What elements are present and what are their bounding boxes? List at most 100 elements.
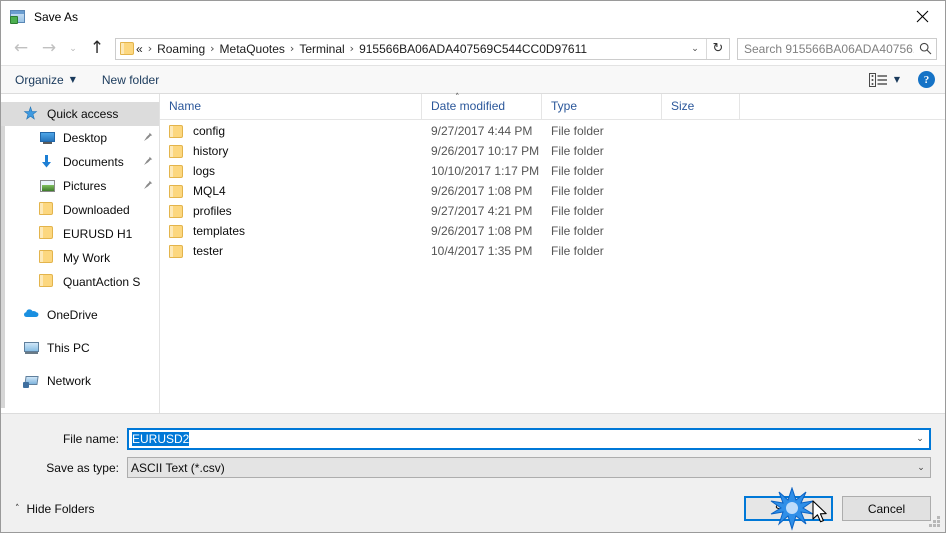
help-button[interactable]: ? bbox=[918, 71, 935, 88]
breadcrumb: « › Roaming › MetaQuotes › Terminal › 91… bbox=[116, 42, 684, 56]
table-row[interactable]: history 9/26/2017 10:17 PM File folder bbox=[160, 141, 945, 161]
folder-icon bbox=[169, 124, 185, 138]
sidebar-item-desktop[interactable]: Desktop bbox=[1, 126, 159, 150]
documents-icon bbox=[39, 154, 56, 170]
breadcrumb-item-guid[interactable]: 915566BA06ADA407569C544CC0D97611 bbox=[359, 42, 587, 56]
star-icon bbox=[23, 106, 40, 122]
folder-icon bbox=[169, 204, 185, 218]
breadcrumb-item-roaming[interactable]: Roaming bbox=[157, 42, 205, 56]
navigation-sidebar: Quick access Desktop Documents Pictures … bbox=[1, 94, 160, 413]
table-row[interactable]: templates 9/26/2017 1:08 PM File folder bbox=[160, 221, 945, 241]
chevron-down-icon[interactable]: ⌄ bbox=[911, 434, 929, 444]
folder-icon bbox=[169, 144, 185, 158]
file-name-cell: history bbox=[160, 144, 422, 158]
save-as-type-select[interactable]: ASCII Text (*.csv) ⌄ bbox=[127, 457, 931, 478]
address-bar[interactable]: « › Roaming › MetaQuotes › Terminal › 91… bbox=[115, 37, 730, 60]
file-name-cell: templates bbox=[160, 224, 422, 238]
up-button[interactable]: ↑ bbox=[83, 35, 111, 63]
title-bar: Save As bbox=[1, 1, 945, 32]
this-pc-icon bbox=[23, 340, 40, 356]
file-name-label: config bbox=[193, 124, 226, 138]
file-name-row: File name: EURUSD2 ⌄ bbox=[15, 428, 931, 450]
save-form: File name: EURUSD2 ⌄ Save as type: ASCII… bbox=[1, 413, 945, 485]
sidebar-item-downloaded[interactable]: Downloaded bbox=[1, 198, 159, 222]
hide-folders-label: Hide Folders bbox=[26, 501, 95, 516]
column-header-date-modified[interactable]: Date modified bbox=[422, 94, 542, 119]
file-name-input[interactable]: EURUSD2 ⌄ bbox=[127, 428, 931, 450]
table-row[interactable]: MQL4 9/26/2017 1:08 PM File folder bbox=[160, 181, 945, 201]
file-type-cell: File folder bbox=[551, 164, 604, 178]
breadcrumb-separator-icon: › bbox=[147, 42, 153, 55]
organize-button[interactable]: Organize ▼ bbox=[15, 73, 76, 87]
column-header-name[interactable]: Name bbox=[160, 94, 422, 119]
command-toolbar: Organize ▼ New folder ▼ ? bbox=[1, 65, 945, 94]
breadcrumb-item-metaquotes[interactable]: MetaQuotes bbox=[220, 42, 285, 56]
search-box[interactable]: Search 915566BA06ADA40756... bbox=[737, 37, 937, 60]
chevron-down-icon[interactable]: ⌄ bbox=[912, 463, 930, 473]
chevron-up-icon: ˄ bbox=[15, 503, 20, 514]
content-area: Quick access Desktop Documents Pictures … bbox=[1, 94, 945, 413]
file-name-cell: tester bbox=[160, 244, 422, 258]
network-icon bbox=[23, 373, 40, 389]
onedrive-icon bbox=[23, 307, 40, 323]
dialog-footer: ˄ Hide Folders Save Cancel bbox=[1, 485, 945, 532]
sidebar-item-eurusd-h1[interactable]: EURUSD H1 bbox=[1, 222, 159, 246]
chevron-down-icon: ▼ bbox=[69, 75, 76, 84]
save-button[interactable]: Save bbox=[744, 496, 833, 521]
save-as-type-label: Save as type: bbox=[46, 460, 119, 475]
table-row[interactable]: config 9/27/2017 4:44 PM File folder bbox=[160, 121, 945, 141]
breadcrumb-overflow[interactable]: « bbox=[136, 42, 143, 56]
address-dropdown-button[interactable]: ⌄ bbox=[684, 39, 706, 59]
back-button[interactable]: ← bbox=[7, 35, 35, 63]
forward-button[interactable]: → bbox=[35, 35, 63, 63]
file-name-label: logs bbox=[193, 164, 216, 178]
table-row[interactable]: logs 10/10/2017 1:17 PM File folder bbox=[160, 161, 945, 181]
hide-folders-button[interactable]: ˄ Hide Folders bbox=[15, 502, 95, 516]
sidebar-item-network[interactable]: Network bbox=[1, 369, 159, 393]
save-as-dialog: Save As ← → ⌄ ↑ « › Roaming › MetaQuotes… bbox=[0, 0, 946, 533]
sidebar-item-documents[interactable]: Documents bbox=[1, 150, 159, 174]
save-as-window-icon bbox=[10, 9, 26, 25]
column-header-size[interactable]: Size bbox=[662, 94, 740, 119]
pin-icon[interactable] bbox=[141, 132, 153, 145]
file-name-value[interactable]: EURUSD2 bbox=[129, 432, 911, 446]
close-button[interactable] bbox=[899, 1, 945, 32]
breadcrumb-item-terminal[interactable]: Terminal bbox=[299, 42, 344, 56]
column-header-type[interactable]: Type bbox=[542, 94, 662, 119]
sidebar-item-pictures[interactable]: Pictures bbox=[1, 174, 159, 198]
sidebar-item-quick-access[interactable]: Quick access bbox=[1, 102, 159, 126]
table-row[interactable]: tester 10/4/2017 1:35 PM File folder bbox=[160, 241, 945, 261]
cancel-button[interactable]: Cancel bbox=[842, 496, 931, 521]
refresh-icon[interactable]: ↻ bbox=[707, 39, 729, 59]
sidebar-item-this-pc[interactable]: This PC bbox=[1, 336, 159, 360]
folder-icon bbox=[169, 224, 185, 238]
sort-ascending-icon: ˄ bbox=[455, 93, 460, 103]
file-date-cell: 9/27/2017 4:44 PM bbox=[431, 124, 533, 138]
file-name-label: File name: bbox=[62, 432, 119, 446]
new-folder-button[interactable]: New folder bbox=[102, 73, 159, 87]
file-date-cell: 9/27/2017 4:21 PM bbox=[431, 204, 533, 218]
file-type-cell: File folder bbox=[551, 144, 604, 158]
resize-grip-icon[interactable] bbox=[928, 516, 941, 529]
view-options-button[interactable]: ▼ bbox=[868, 72, 900, 87]
window-title: Save As bbox=[34, 9, 79, 24]
sidebar-item-my-work[interactable]: My Work bbox=[1, 246, 159, 270]
folder-icon bbox=[120, 42, 136, 55]
sidebar-item-onedrive[interactable]: OneDrive bbox=[1, 303, 159, 327]
pin-icon[interactable] bbox=[141, 156, 153, 169]
recent-locations-button[interactable]: ⌄ bbox=[63, 35, 83, 63]
search-input[interactable]: Search 915566BA06ADA40756... bbox=[738, 42, 914, 56]
save-as-type-value: ASCII Text (*.csv) bbox=[131, 460, 225, 475]
table-row[interactable]: profiles 9/27/2017 4:21 PM File folder bbox=[160, 201, 945, 221]
sidebar-item-label: This PC bbox=[47, 341, 90, 355]
pin-icon[interactable] bbox=[141, 180, 153, 193]
folder-icon bbox=[39, 250, 56, 266]
file-date-cell: 9/26/2017 1:08 PM bbox=[431, 184, 533, 198]
column-header-row: Name Date modified Type Size ˄ bbox=[160, 94, 945, 120]
breadcrumb-separator-icon: › bbox=[289, 42, 295, 55]
file-name-cell: profiles bbox=[160, 204, 422, 218]
sidebar-item-quantaction-signal[interactable]: QuantAction Signal bbox=[1, 270, 159, 294]
file-type-cell: File folder bbox=[551, 204, 604, 218]
selected-text: EURUSD2 bbox=[132, 432, 190, 446]
new-folder-label: New folder bbox=[101, 72, 160, 87]
